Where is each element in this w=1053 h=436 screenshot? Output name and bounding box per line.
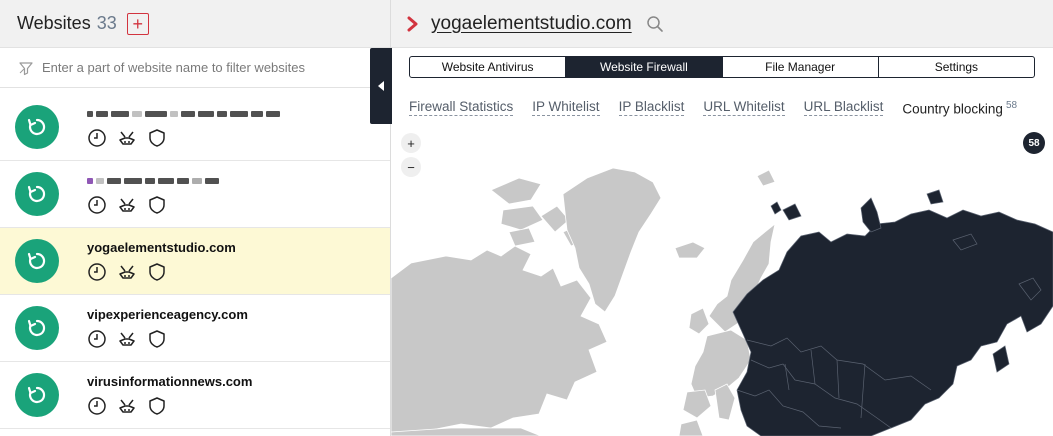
websites-title: Websites bbox=[17, 13, 91, 33]
clock-icon[interactable] bbox=[87, 329, 107, 349]
add-website-button[interactable]: + bbox=[126, 12, 149, 35]
shield-icon[interactable] bbox=[147, 396, 167, 416]
refresh-status-icon[interactable] bbox=[15, 239, 59, 283]
country-shape bbox=[782, 203, 802, 221]
website-detail-panel: yogaelementstudio.com Website Antivirus … bbox=[391, 0, 1053, 436]
country-shape bbox=[756, 169, 776, 187]
country-shape bbox=[674, 241, 706, 259]
country-shape bbox=[732, 209, 1053, 436]
country-blocking-map[interactable]: + − 58 bbox=[391, 128, 1053, 436]
clock-icon[interactable] bbox=[87, 262, 107, 282]
refresh-status-icon[interactable] bbox=[15, 373, 59, 417]
shield-icon[interactable] bbox=[147, 195, 167, 215]
country-shape bbox=[500, 205, 544, 231]
detail-header: yogaelementstudio.com bbox=[391, 0, 1053, 48]
collapse-panel-button[interactable] bbox=[370, 48, 392, 124]
websites-header: Websites 33 + bbox=[0, 0, 390, 48]
chevron-right-icon bbox=[407, 16, 418, 31]
country-shape bbox=[391, 245, 608, 436]
clock-icon[interactable] bbox=[87, 128, 107, 148]
website-row[interactable]: vipexperienceagency.com bbox=[0, 295, 390, 362]
website-list: yogaelementstudio.com vipexperienceagenc… bbox=[0, 94, 390, 429]
subtab-ip-blacklist[interactable]: IP Blacklist bbox=[618, 98, 685, 116]
country-shape bbox=[490, 177, 542, 205]
broom-icon[interactable] bbox=[117, 396, 137, 416]
website-row[interactable] bbox=[0, 161, 390, 228]
refresh-status-icon[interactable] bbox=[15, 306, 59, 350]
country-shape bbox=[682, 389, 712, 419]
broom-icon[interactable] bbox=[117, 262, 137, 282]
subtab-ip-whitelist[interactable]: IP Whitelist bbox=[532, 98, 600, 116]
subtab-url-whitelist[interactable]: URL Whitelist bbox=[703, 98, 785, 116]
tab-website-antivirus[interactable]: Website Antivirus bbox=[410, 57, 567, 77]
broom-icon[interactable] bbox=[117, 329, 137, 349]
clock-icon[interactable] bbox=[87, 195, 107, 215]
website-row[interactable] bbox=[0, 94, 390, 161]
search-icon[interactable] bbox=[646, 15, 664, 33]
main-tabs: Website Antivirus Website Firewall File … bbox=[409, 56, 1035, 78]
website-filter bbox=[0, 48, 390, 88]
website-row-selected[interactable]: yogaelementstudio.com bbox=[0, 228, 390, 295]
tab-file-manager[interactable]: File Manager bbox=[723, 57, 879, 77]
tab-settings[interactable]: Settings bbox=[879, 57, 1034, 77]
refresh-status-icon[interactable] bbox=[15, 172, 59, 216]
shield-icon[interactable] bbox=[147, 329, 167, 349]
website-name[interactable]: virusinformationnews.com bbox=[87, 374, 252, 390]
triangle-left-icon bbox=[378, 81, 384, 91]
country-shape bbox=[678, 419, 704, 436]
websites-panel: Websites 33 + Enter a part of website na… bbox=[0, 0, 391, 436]
clock-icon[interactable] bbox=[87, 396, 107, 416]
country-blocking-count: 58 bbox=[1005, 99, 1018, 111]
website-filter-input[interactable] bbox=[42, 60, 372, 75]
shield-icon[interactable] bbox=[147, 128, 167, 148]
zoom-in-button[interactable]: + bbox=[401, 133, 421, 153]
subtab-firewall-statistics[interactable]: Firewall Statistics bbox=[409, 98, 514, 116]
tab-website-firewall[interactable]: Website Firewall bbox=[566, 57, 723, 77]
redacted-site-name bbox=[87, 106, 280, 122]
subtab-country-blocking[interactable]: Country blocking 58 bbox=[902, 97, 1017, 118]
subtab-country-blocking-label: Country blocking bbox=[902, 101, 1003, 117]
blocked-countries-badge: 58 bbox=[1023, 132, 1045, 154]
shield-icon[interactable] bbox=[147, 262, 167, 282]
country-shape bbox=[508, 227, 536, 247]
broom-icon[interactable] bbox=[117, 128, 137, 148]
country-shape bbox=[992, 345, 1010, 373]
country-shape bbox=[860, 197, 882, 233]
website-row[interactable]: virusinformationnews.com bbox=[0, 362, 390, 429]
subtab-url-blacklist[interactable]: URL Blacklist bbox=[803, 98, 884, 116]
website-name[interactable]: vipexperienceagency.com bbox=[87, 307, 248, 323]
world-map[interactable] bbox=[391, 128, 1053, 436]
broom-icon[interactable] bbox=[117, 195, 137, 215]
country-shape bbox=[714, 383, 736, 421]
plus-icon: + bbox=[132, 13, 143, 34]
allowed-countries bbox=[391, 167, 776, 436]
country-shape bbox=[770, 201, 782, 215]
country-shape bbox=[688, 307, 710, 335]
country-shape bbox=[926, 189, 944, 205]
blocked-countries bbox=[732, 189, 1053, 436]
filter-icon bbox=[19, 61, 33, 75]
domain-title[interactable]: yogaelementstudio.com bbox=[431, 13, 632, 35]
firewall-subtabs: Firewall Statistics IP Whitelist IP Blac… bbox=[409, 96, 1017, 118]
websites-count: 33 bbox=[96, 13, 117, 33]
refresh-status-icon[interactable] bbox=[15, 105, 59, 149]
zoom-out-button[interactable]: − bbox=[401, 157, 421, 177]
website-name[interactable]: yogaelementstudio.com bbox=[87, 240, 236, 256]
redacted-site-name bbox=[87, 173, 219, 189]
